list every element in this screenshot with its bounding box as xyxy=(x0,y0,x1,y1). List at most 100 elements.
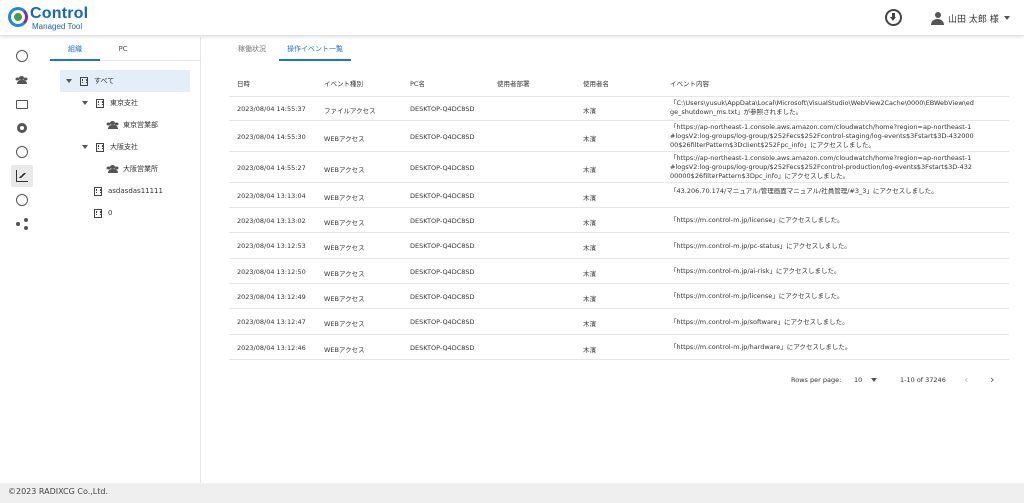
app-logo[interactable]: Control Managed Tool xyxy=(8,5,118,31)
cell-pc: DESKTOP-Q4DC8SD xyxy=(410,267,475,276)
nav-share[interactable] xyxy=(11,213,33,235)
col-user[interactable]: 使用者名 xyxy=(583,72,609,97)
tree-node-tokyo-branch[interactable]: 東京支社 xyxy=(82,92,138,114)
col-event-type[interactable]: イベント種別 xyxy=(324,72,363,97)
table-row[interactable]: 2023/08/04 13:12:49 WEBアクセス DESKTOP-Q4DC8S… xyxy=(229,284,1009,309)
tab-pc[interactable]: PC xyxy=(100,37,146,61)
cell-user: 木濱 xyxy=(583,269,596,278)
cell-user: 木濱 xyxy=(583,218,596,227)
cell-type: WEBアクセス xyxy=(324,165,365,174)
tree-node-label: 0 xyxy=(108,209,113,217)
tree-node-asdasdas[interactable]: asdasdas11111 xyxy=(94,180,163,202)
tree-node-0[interactable]: 0 xyxy=(94,202,112,224)
copyright-text: ©2023 RADIXCG Co.,Ltd. xyxy=(8,487,108,496)
tab-event-list[interactable]: 操作イベント一覧 xyxy=(279,37,351,61)
users-icon xyxy=(15,76,29,84)
building-icon xyxy=(80,76,88,86)
cell-type: WEBアクセス xyxy=(324,294,365,303)
org-tabs: 組織 PC xyxy=(48,37,201,61)
nav-users[interactable] xyxy=(11,69,33,91)
table-row[interactable]: 2023/08/04 13:12:50 WEBアクセス DESKTOP-Q4DC8S… xyxy=(229,259,1009,284)
cell-pc: DESKTOP-Q4DC8SD xyxy=(410,105,475,113)
tree-node-label: 大阪営業所 xyxy=(123,165,158,173)
cell-datetime: 2023/08/04 14:55:37 xyxy=(237,105,306,113)
table-row[interactable]: 2023/08/04 13:13:02 WEBアクセス DESKTOP-Q4DC8S… xyxy=(229,208,1009,233)
chart-icon xyxy=(16,170,28,182)
monitor-icon xyxy=(16,99,28,109)
cell-type: ファイルアクセス xyxy=(324,107,376,115)
col-dept[interactable]: 使用者部署 xyxy=(497,72,530,97)
cell-datetime: 2023/08/04 14:55:27 xyxy=(237,163,306,172)
group-icon xyxy=(106,121,120,129)
cell-type: WEBアクセス xyxy=(324,134,365,143)
col-content[interactable]: イベント内容 xyxy=(670,72,709,97)
table-row[interactable]: 2023/08/04 13:13:04 WEBアクセス DESKTOP-Q4DC8S… xyxy=(229,183,1009,208)
tree-node-osaka-sales[interactable]: 大阪営業所 xyxy=(106,158,158,180)
cell-user: 木濱 xyxy=(583,107,596,115)
building-icon xyxy=(94,186,102,196)
logo-title: Control xyxy=(30,5,89,22)
cell-content: 「https://m.control-m.jp/license」にアクセスしまし… xyxy=(670,216,844,224)
nav-downloads[interactable] xyxy=(11,189,33,211)
col-datetime[interactable]: 日時 xyxy=(237,72,250,97)
cell-content: 「C:\Users\yusuk\AppData\Local\Microsoft\… xyxy=(670,99,974,116)
table-row[interactable]: 2023/08/04 13:12:53 WEBアクセス DESKTOP-Q4DC8S… xyxy=(229,233,1009,259)
table-row[interactable]: 2023/08/04 14:55:27 WEBアクセス DESKTOP-Q4DC8S… xyxy=(229,152,1009,183)
cell-pc: DESKTOP-Q4DC8SD xyxy=(410,318,475,326)
cell-datetime: 2023/08/04 13:13:04 xyxy=(237,191,306,200)
main-content: 稼働状況 操作イベント一覧 日時 イベント種別 PC名 使用者部署 使用者名 イ… xyxy=(202,37,1024,483)
cell-content: 「43.206.70.174/マニュアル/管理画面マニュアル/社員管理/#3_3… xyxy=(670,186,938,195)
cell-datetime: 2023/08/04 13:12:50 xyxy=(237,267,306,276)
tree-node-label: 東京営業部 xyxy=(123,121,158,129)
nav-pcs[interactable] xyxy=(11,93,33,115)
cell-content: 「https://ap-northeast-1.console.aws.amaz… xyxy=(670,154,973,180)
tree-node-osaka-branch[interactable]: 大阪支社 xyxy=(82,136,138,158)
nav-license[interactable] xyxy=(11,141,33,163)
table-row[interactable]: 2023/08/04 14:55:37 ファイルアクセス DESKTOP-Q4DC8… xyxy=(229,97,1009,121)
cell-content: 「https://m.control-m.jp/software」にアクセスしま… xyxy=(670,317,849,326)
building-icon xyxy=(96,142,104,152)
tree-node-label: asdasdas11111 xyxy=(108,187,163,195)
chevron-down-icon xyxy=(1003,16,1010,20)
col-pc-name[interactable]: PC名 xyxy=(410,72,425,97)
nav-security[interactable] xyxy=(11,117,33,139)
footer: ©2023 RADIXCG Co.,Ltd. xyxy=(0,483,1024,503)
cell-content: 「https://m.control-m.jp/hardware」にアクセスしま… xyxy=(670,343,852,351)
tree-node-label: 大阪支社 xyxy=(110,143,138,151)
group-icon xyxy=(106,165,120,173)
logo-subtitle: Managed Tool xyxy=(32,22,83,31)
table-row[interactable]: 2023/08/04 13:12:46 WEBアクセス DESKTOP-Q4DC8S… xyxy=(229,335,1009,360)
cell-user: 木濱 xyxy=(583,193,596,202)
cell-pc: DESKTOP-Q4DC8SD xyxy=(410,216,475,225)
table-row[interactable]: 2023/08/04 13:12:47 WEBアクセス DESKTOP-Q4DC8S… xyxy=(229,309,1009,335)
user-menu[interactable]: 山田 太郎 様 xyxy=(931,10,1010,26)
cell-content: 「https://m.control-m.jp/pc-status」にアクセスし… xyxy=(670,241,851,250)
cell-user: 木濱 xyxy=(583,320,596,328)
tree-node-label: 東京支社 xyxy=(110,99,138,107)
chevron-down-icon xyxy=(66,79,72,83)
download-icon[interactable] xyxy=(885,9,902,26)
share-icon xyxy=(16,218,28,230)
prev-page-button[interactable]: ‹ xyxy=(964,373,968,387)
cell-user: 木濱 xyxy=(583,244,596,252)
rows-per-page-select[interactable]: 10 xyxy=(854,373,862,387)
chevron-down-icon[interactable] xyxy=(871,378,877,382)
tab-org[interactable]: 組織 xyxy=(50,37,100,61)
next-page-button[interactable]: › xyxy=(990,373,994,387)
cell-datetime: 2023/08/04 13:12:46 xyxy=(237,343,306,352)
cell-datetime: 2023/08/04 13:12:53 xyxy=(237,242,306,250)
table-row[interactable]: 2023/08/04 14:55:30 WEBアクセス DESKTOP-Q4DC8S… xyxy=(229,121,1009,152)
gauge-icon xyxy=(16,50,28,62)
nav-dashboard[interactable] xyxy=(11,45,33,67)
tree-node-all[interactable]: すべて xyxy=(60,70,190,92)
cell-datetime: 2023/08/04 13:12:47 xyxy=(237,318,306,326)
table-header: 日時 イベント種別 PC名 使用者部署 使用者名 イベント内容 xyxy=(229,72,1009,97)
tab-operation-status[interactable]: 稼働状況 xyxy=(229,37,275,61)
cell-content: 「https://m.control-m.jp/ai-risk」にアクセスしまし… xyxy=(670,267,841,275)
cell-user: 木濱 xyxy=(583,345,596,354)
cell-content: 「https://ap-northeast-1.console.aws.amaz… xyxy=(670,123,974,149)
nav-reports[interactable] xyxy=(11,165,33,187)
cell-type: WEBアクセス xyxy=(324,345,365,354)
pagination-range: 1-10 of 37246 xyxy=(900,376,946,384)
tree-node-tokyo-sales[interactable]: 東京営業部 xyxy=(106,114,158,136)
